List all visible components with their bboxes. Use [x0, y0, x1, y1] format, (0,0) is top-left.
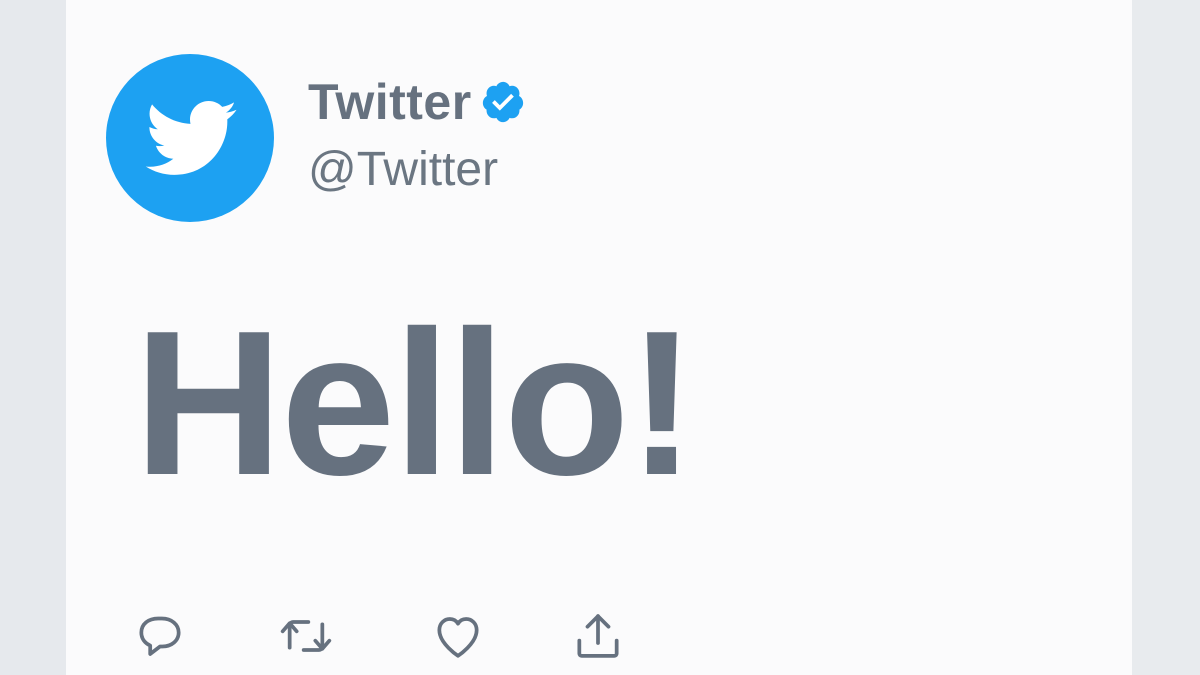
avatar[interactable]: [106, 54, 274, 222]
twitter-bird-icon: [145, 101, 237, 175]
share-icon: [577, 614, 619, 658]
tweet-card: Twitter @Twitter Hello!: [66, 0, 1132, 675]
reply-icon: [139, 616, 181, 656]
reply-button[interactable]: [130, 606, 190, 666]
verified-badge-icon: [482, 81, 523, 123]
display-name[interactable]: Twitter: [308, 77, 472, 127]
handle[interactable]: @Twitter: [308, 146, 498, 194]
like-button[interactable]: [428, 606, 488, 666]
name-row: Twitter: [308, 72, 526, 132]
retweet-icon: [280, 620, 332, 652]
share-button[interactable]: [568, 606, 628, 666]
tweet-text: Hello!: [134, 288, 696, 518]
like-icon: [437, 617, 479, 658]
background-left: [0, 0, 66, 675]
background-right: [1132, 0, 1200, 675]
retweet-button[interactable]: [276, 606, 336, 666]
